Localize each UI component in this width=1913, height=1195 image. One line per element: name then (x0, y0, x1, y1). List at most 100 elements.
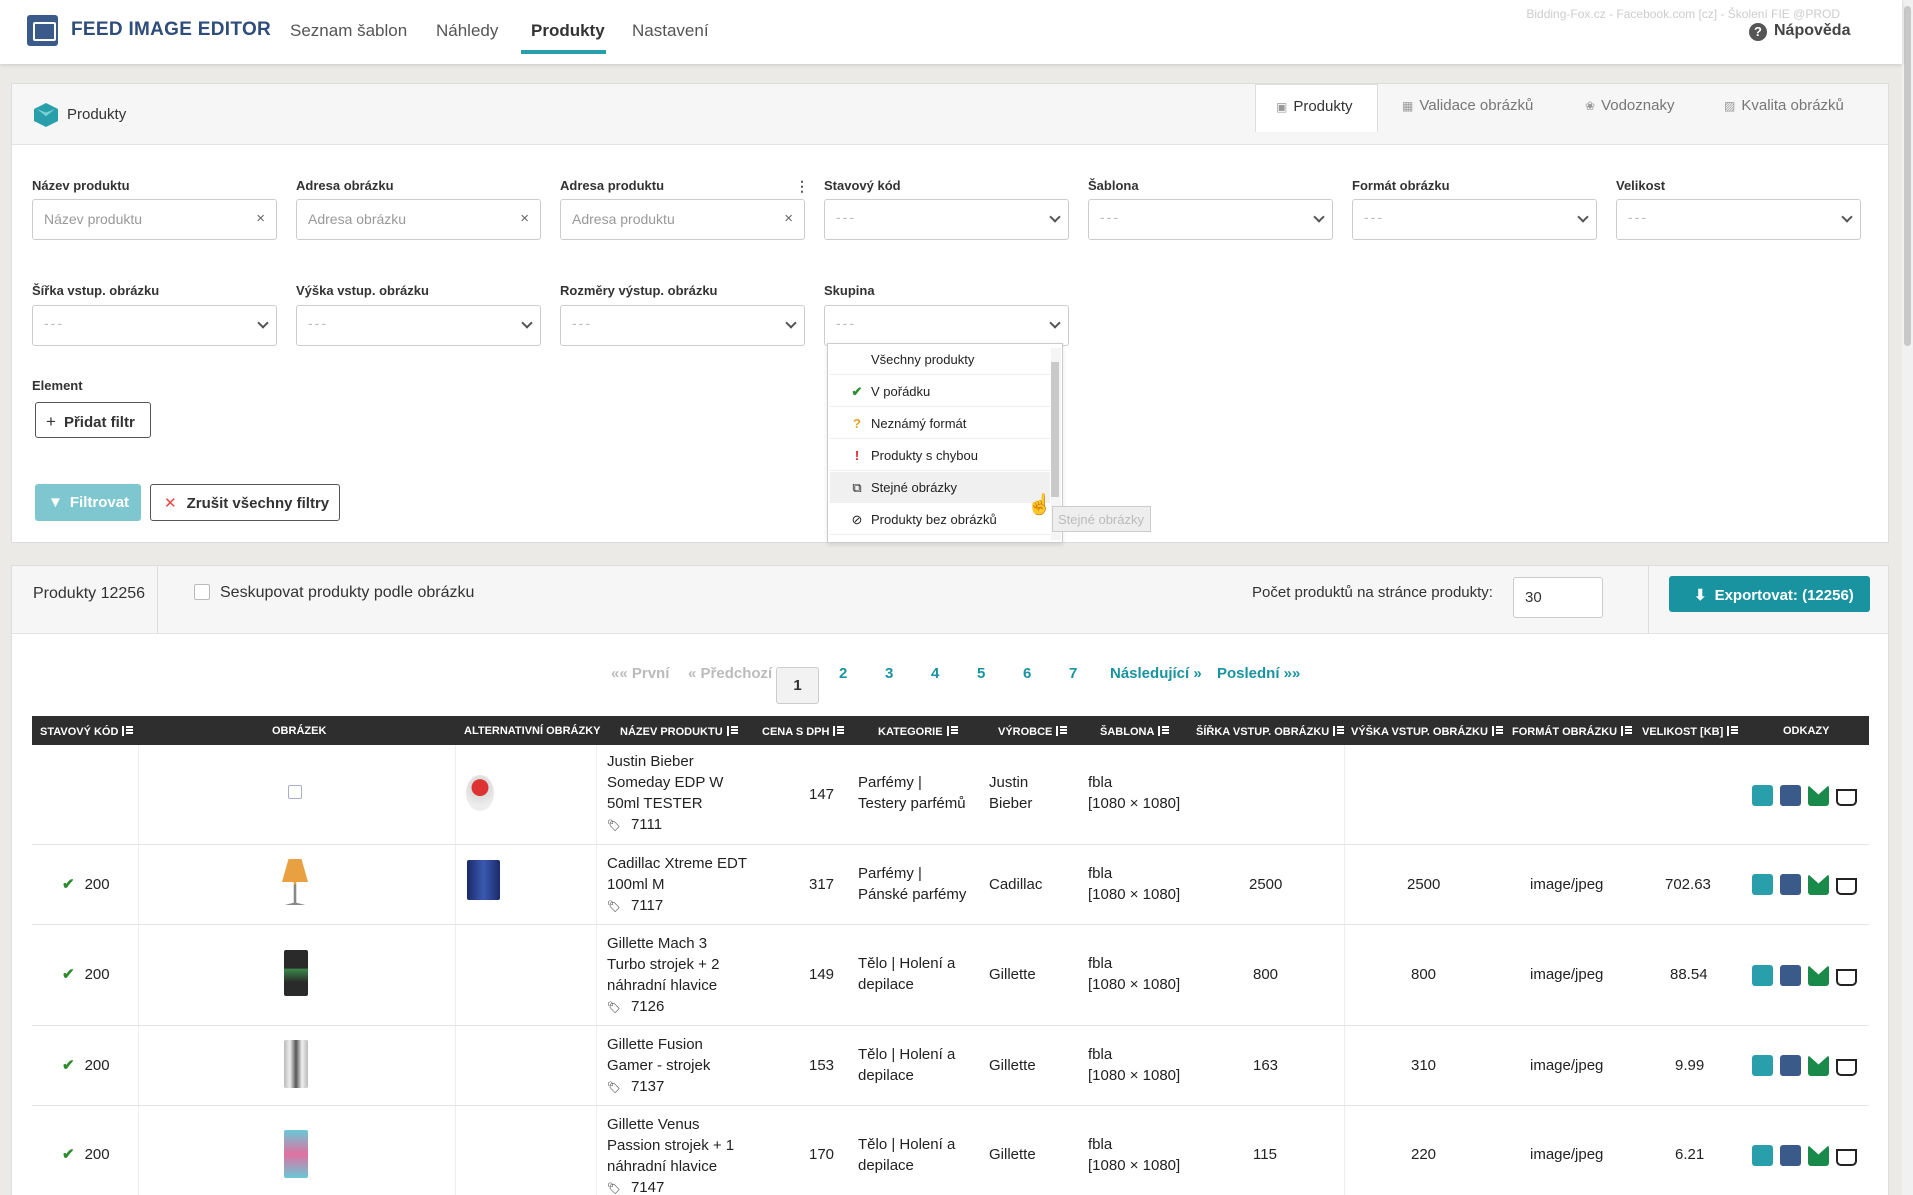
per-page-input[interactable]: 30 (1513, 577, 1603, 618)
product-name-cell[interactable]: Justin Bieber Someday EDP W 50ml TESTER 🏷 71… (607, 751, 723, 837)
group-by-image-checkbox[interactable] (194, 584, 210, 600)
group-option-same-images[interactable]: ⧉ Stejné obrázky (830, 472, 1050, 503)
dropdown-scrollbar-thumb[interactable] (1051, 362, 1059, 497)
export-button[interactable]: ⬇ Exportovat: (12256) (1669, 576, 1870, 612)
product-image-thumbnail[interactable] (282, 859, 308, 905)
clear-icon[interactable]: × (784, 210, 793, 227)
apply-filter-button[interactable]: ▼ Filtrovat (35, 484, 141, 521)
clear-icon[interactable]: × (520, 210, 529, 227)
scrollbar-thumb[interactable] (1904, 6, 1911, 346)
table-row[interactable]: ✔ 200 Gillette Fusion Gamer - strojek 🏷 7137… (32, 1026, 1869, 1106)
th-status-code[interactable]: STAVOVÝ KÓD (40, 725, 134, 738)
input-height-select[interactable]: --- (296, 305, 541, 346)
kebab-menu-icon[interactable]: ⋮ (795, 178, 809, 195)
image-link-icon[interactable] (1752, 874, 1773, 895)
group-option-ok[interactable]: ✔ V pořádku (830, 376, 1050, 407)
th-category[interactable]: KATEGORIE (878, 725, 958, 738)
tab-watermarks[interactable]: ❀ Vodoznaky (1585, 84, 1695, 132)
th-size[interactable]: VELIKOST [KB] (1642, 725, 1739, 738)
product-image-thumbnail[interactable] (284, 950, 308, 996)
pagination-page-current[interactable]: 1 (776, 667, 819, 704)
pagination-page[interactable]: 6 (1023, 665, 1031, 682)
product-name-cell[interactable]: Cadillac Xtreme EDT 100ml M 🏷 7117 (607, 853, 747, 918)
format-select[interactable]: --- (1352, 199, 1597, 240)
image-link-icon[interactable] (1752, 1145, 1773, 1166)
pagination-prev[interactable]: « Předchozí (688, 665, 772, 682)
group-option-unknown-format[interactable]: ? Neznámý formát (830, 408, 1050, 439)
image-link-icon[interactable] (1752, 785, 1773, 806)
tab-products[interactable]: ▣ Produkty (1255, 84, 1378, 132)
basket-icon[interactable] (1836, 878, 1857, 895)
th-format[interactable]: FORMÁT OBRÁZKU (1512, 725, 1633, 738)
group-by-image-label[interactable]: Seskupovat produkty podle obrázku (220, 584, 474, 602)
product-image-thumbnail[interactable] (284, 1130, 308, 1178)
size-select[interactable]: --- (1616, 199, 1861, 240)
th-in-width[interactable]: ŠÍŘKA VSTUP. OBRÁZKU (1196, 725, 1345, 738)
product-name-cell[interactable]: Gillette Venus Passion strojek + 1 náhradn… (607, 1114, 734, 1195)
basket-icon[interactable] (1836, 969, 1857, 986)
image-url-input[interactable]: Adresa obrázku × (296, 199, 541, 240)
output-dims-select[interactable]: --- (560, 305, 805, 346)
broken-image-icon[interactable] (288, 785, 302, 799)
status-code-select[interactable]: --- (824, 199, 1069, 240)
image-link-icon[interactable] (1752, 1055, 1773, 1076)
feed-link-icon[interactable] (1808, 785, 1829, 806)
nav-item-previews[interactable]: Náhledy (436, 21, 498, 41)
basket-icon[interactable] (1836, 1149, 1857, 1166)
question-circle-icon[interactable]: ? (1749, 23, 1767, 41)
product-image-thumbnail[interactable] (284, 1040, 308, 1088)
group-option-all[interactable]: Všechny produkty (830, 344, 1050, 375)
preview-link-icon[interactable] (1780, 965, 1801, 986)
pagination-next[interactable]: Následující » (1110, 665, 1202, 682)
clear-filters-button[interactable]: ✕ Zrušit všechny filtry (150, 484, 340, 521)
add-filter-button[interactable]: + Přidat filtr (35, 402, 151, 438)
feed-link-icon[interactable] (1808, 1145, 1829, 1166)
image-link-icon[interactable] (1752, 965, 1773, 986)
nav-item-settings[interactable]: Nastavení (632, 21, 709, 41)
th-template[interactable]: ŠABLONA (1100, 725, 1170, 738)
alt-image-thumbnail[interactable] (466, 775, 494, 811)
nav-item-templates[interactable]: Seznam šablon (290, 21, 407, 41)
alt-image-thumbnail[interactable] (467, 860, 500, 900)
page-scrollbar[interactable] (1902, 0, 1913, 1195)
template-select[interactable]: --- (1088, 199, 1333, 240)
preview-link-icon[interactable] (1780, 1145, 1801, 1166)
tab-image-validation[interactable]: ▦ Validace obrázků (1402, 84, 1562, 132)
input-width-select[interactable]: --- (32, 305, 277, 346)
group-select[interactable]: --- (824, 305, 1069, 346)
basket-icon[interactable] (1836, 789, 1857, 806)
app-brand[interactable]: FEED IMAGE EDITOR (71, 19, 271, 41)
pagination-page[interactable]: 7 (1069, 665, 1077, 682)
group-option-errors[interactable]: ! Produkty s chybou (830, 440, 1050, 471)
th-maker[interactable]: VÝROBCE (998, 725, 1068, 738)
tab-image-quality[interactable]: ▨ Kvalita obrázků (1724, 84, 1864, 132)
table-row[interactable]: ✔ 200 Gillette Venus Passion strojek + 1 ná… (32, 1106, 1869, 1195)
pagination-page[interactable]: 2 (839, 665, 847, 682)
th-price[interactable]: CENA S DPH (762, 725, 845, 738)
table-row[interactable]: ✔ 200 Gillette Mach 3 Turbo strojek + 2 náh… (32, 925, 1869, 1026)
pagination-page[interactable]: 3 (885, 665, 893, 682)
clear-icon[interactable]: × (256, 210, 265, 227)
help-link[interactable]: Nápověda (1774, 22, 1850, 40)
product-url-input[interactable]: Adresa produktu × (560, 199, 805, 240)
table-row[interactable]: ✔ 200 Cadillac Xtreme EDT 100ml M 🏷 7117 317… (32, 845, 1869, 925)
product-name-cell[interactable]: Gillette Fusion Gamer - strojek 🏷 7137 (607, 1034, 710, 1099)
basket-icon[interactable] (1836, 1059, 1857, 1076)
group-option-no-images[interactable]: ⊘ Produkty bez obrázků (830, 504, 1050, 535)
nav-item-products[interactable]: Produkty (531, 21, 605, 41)
preview-link-icon[interactable] (1780, 785, 1801, 806)
feed-link-icon[interactable] (1808, 1055, 1829, 1076)
table-row[interactable]: Justin Bieber Someday EDP W 50ml TESTER 🏷 71… (32, 745, 1869, 845)
pagination-first[interactable]: «« První (611, 665, 669, 682)
product-name-input[interactable]: Název produktu × (32, 199, 277, 240)
feed-link-icon[interactable] (1808, 874, 1829, 895)
th-product-name[interactable]: NÁZEV PRODUKTU (620, 725, 738, 738)
feed-link-icon[interactable] (1808, 965, 1829, 986)
preview-link-icon[interactable] (1780, 874, 1801, 895)
pagination-page[interactable]: 5 (977, 665, 985, 682)
preview-link-icon[interactable] (1780, 1055, 1801, 1076)
pagination-page[interactable]: 4 (931, 665, 939, 682)
logo-icon[interactable] (27, 15, 58, 46)
pagination-last[interactable]: Poslední »» (1217, 665, 1300, 682)
th-in-height[interactable]: VÝŠKA VSTUP. OBRÁZKU (1351, 725, 1503, 738)
